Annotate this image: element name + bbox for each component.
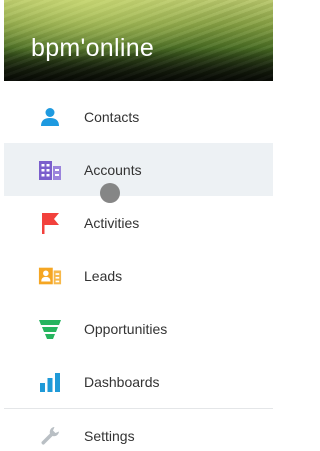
menu-label-dashboards: Dashboards [84, 373, 160, 390]
lead-card-icon [38, 264, 62, 288]
menu-label-accounts: Accounts [84, 161, 142, 178]
menu-item-dashboards[interactable]: Dashboards [4, 355, 273, 408]
menu-divider [4, 408, 273, 409]
menu-label-leads: Leads [84, 267, 123, 284]
funnel-icon [38, 317, 62, 341]
header-banner: bpm'online [4, 0, 273, 81]
menu-item-activities[interactable]: Activities [4, 196, 273, 249]
flag-icon [38, 211, 62, 235]
pointer-cursor-indicator [100, 183, 120, 203]
building-icon [38, 158, 62, 182]
menu-item-opportunities[interactable]: Opportunities [4, 302, 273, 355]
app-logo[interactable]: bpm'online [31, 34, 154, 63]
menu-label-settings: Settings [84, 427, 135, 444]
menu-label-contacts: Contacts [84, 108, 140, 125]
menu-item-settings[interactable]: Settings [4, 409, 273, 451]
wrench-icon [38, 424, 62, 448]
menu-item-contacts[interactable]: Contacts [4, 90, 273, 143]
menu-item-leads[interactable]: Leads [4, 249, 273, 302]
app-window: bpm'online Contacts Accounts Activities … [0, 0, 273, 451]
contact-icon [38, 105, 62, 129]
main-menu: Contacts Accounts Activities Leads Oppor… [4, 90, 273, 451]
bar-chart-icon [38, 370, 62, 394]
menu-label-opportunities: Opportunities [84, 320, 168, 337]
menu-label-activities: Activities [84, 214, 140, 231]
menu-item-accounts[interactable]: Accounts [4, 143, 273, 196]
